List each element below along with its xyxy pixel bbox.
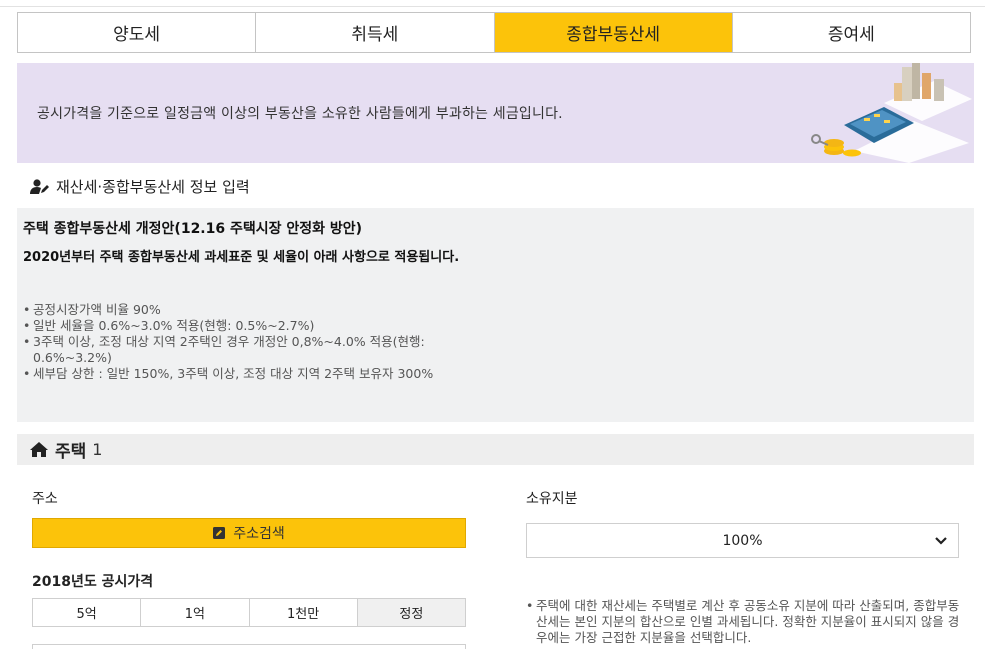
tab-acquisition-tax[interactable]: 취득세: [256, 13, 495, 52]
list-item: 세부담 상한 : 일반 150%, 3주택 이상, 조정 대상 지역 2주택 보…: [23, 366, 493, 382]
home-icon: [30, 442, 48, 457]
info-banner: 공시가격을 기준으로 일정금액 이상의 부동산을 소유한 사람들에게 부과하는 …: [17, 63, 974, 163]
tab-comprehensive-real-estate-tax[interactable]: 종합부동산세: [494, 13, 733, 52]
add-500m-button[interactable]: 5억: [33, 599, 142, 626]
section-title: 재산세·종합부동산세 정보 입력: [30, 176, 250, 197]
notice-subtitle: 2020년부터 주택 종합부동산세 과세표준 및 세율이 아래 사항으로 적용됩…: [23, 250, 460, 265]
address-label: 주소: [32, 491, 58, 507]
address-search-label: 주소검색: [233, 526, 285, 542]
ownership-share-label: 소유지분: [526, 491, 578, 507]
correct-button[interactable]: 정정: [357, 599, 465, 626]
top-divider: [0, 6, 985, 7]
tax-reform-notice: 주택 종합부동산세 개정안(12.16 주택시장 안정화 방안) 2020년부터…: [17, 208, 974, 422]
tax-type-tabs: 양도세 취득세 종합부동산세 증여세: [17, 12, 971, 53]
list-item: 3주택 이상, 조정 대상 지역 2주택인 경우 개정안 0,8%~4.0% 적…: [23, 334, 493, 366]
tab-gift-tax[interactable]: 증여세: [732, 13, 970, 52]
list-item: 일반 세율을 0.6%~3.0% 적용(현행: 0.5%~2.7%): [23, 318, 493, 334]
chevron-down-icon: [935, 537, 947, 545]
house-header: 주택 1: [17, 434, 974, 465]
notice-title: 주택 종합부동산세 개정안(12.16 주택시장 안정화 방안): [23, 221, 363, 237]
add-100m-button[interactable]: 1억: [141, 599, 250, 626]
official-price-input[interactable]: [32, 644, 466, 649]
house-title: 주택: [55, 442, 87, 462]
edit-icon: [213, 527, 226, 539]
amount-buttons: 5억 1억 1천만 정정: [32, 598, 466, 627]
address-search-button[interactable]: 주소검색: [32, 518, 466, 548]
ownership-share-select[interactable]: 100%: [526, 523, 959, 558]
add-10m-button[interactable]: 1천만: [249, 599, 358, 626]
house-number: 1: [92, 440, 103, 459]
list-item: 공정시장가액 비율 90%: [23, 302, 493, 318]
calculator-buildings-illustration: [811, 63, 972, 163]
notice-list: 공정시장가액 비율 90% 일반 세율을 0.6%~3.0% 적용(현행: 0.…: [23, 302, 493, 382]
user-edit-icon: [30, 178, 49, 194]
banner-text: 공시가격을 기준으로 일정금액 이상의 부동산을 소유한 사람들에게 부과하는 …: [37, 106, 563, 122]
ownership-share-value: 100%: [722, 532, 763, 549]
official-price-label: 2018년도 공시가격: [32, 574, 154, 590]
tab-transfer-tax[interactable]: 양도세: [18, 13, 257, 52]
ownership-share-note: 주택에 대한 재산세는 주택별로 계산 후 공동소유 지분에 따라 산출되며, …: [526, 598, 966, 646]
section-title-text: 재산세·종합부동산세 정보 입력: [56, 178, 250, 196]
